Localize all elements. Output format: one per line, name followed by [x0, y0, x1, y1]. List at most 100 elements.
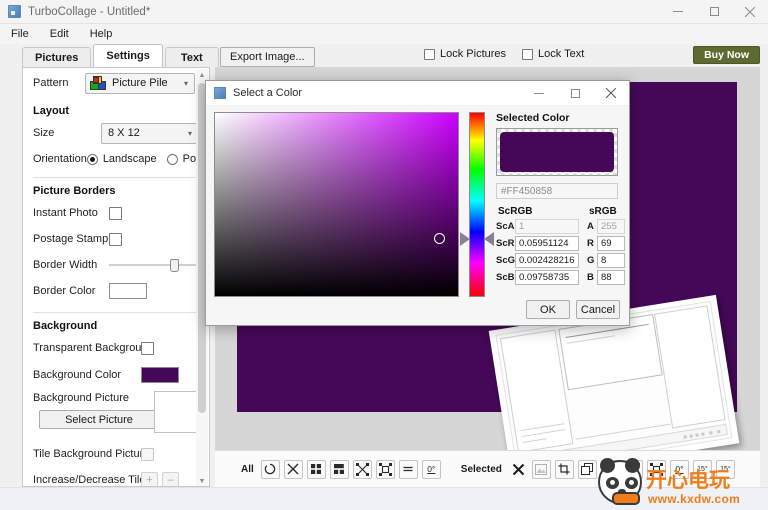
border-width-slider[interactable] [109, 258, 201, 272]
background-color-label: Background Color [33, 369, 141, 381]
tab-settings[interactable]: Settings [93, 44, 162, 67]
grid-four-icon[interactable] [307, 460, 326, 479]
tab-pictures[interactable]: Pictures [22, 47, 91, 67]
selected-color-preview [500, 132, 614, 172]
fit-contract-icon[interactable] [376, 460, 395, 479]
size-dropdown[interactable]: 8 X 12 ▾ [101, 123, 199, 144]
close-icon [606, 88, 616, 98]
rotate-ccw-icon[interactable]: 15° [716, 460, 735, 479]
saturation-value-picker[interactable] [214, 112, 459, 297]
settings-panel: Pattern Picture Pile ▾ Layout Size 8 X 1… [22, 67, 210, 487]
instant-photo-label: Instant Photo [33, 207, 109, 219]
srgb-g-value[interactable]: 8 [597, 253, 625, 268]
background-color-row: Background Color [23, 361, 210, 389]
title-bar: TurboCollage - Untitled* [0, 0, 768, 24]
transparent-background-checkbox[interactable] [141, 342, 154, 355]
minimize-icon [673, 11, 683, 12]
minimize-button[interactable] [660, 0, 696, 24]
maximize-icon [710, 7, 719, 16]
replace-image-icon[interactable] [532, 460, 551, 479]
transparent-background-label: Transparent Backgrour [33, 342, 141, 354]
maximize-icon [571, 89, 580, 98]
srgb-r-key: R [587, 238, 597, 249]
turbocollage-window: TurboCollage - Untitled* File Edit Help … [0, 0, 768, 510]
decrease-tile-button[interactable]: – [162, 472, 179, 487]
app-icon [8, 5, 21, 18]
scrgb-g-value[interactable]: 0.002428216 [515, 253, 579, 268]
selected-color-preview-wrap [496, 128, 618, 176]
rotate-zero-icon[interactable]: 0° [422, 460, 441, 479]
layout-heading: Layout [23, 98, 210, 120]
all-zero-label: 0° [427, 464, 435, 474]
radio-portrait-icon[interactable] [167, 154, 178, 165]
increase-tile-button[interactable]: + [141, 472, 158, 487]
shuffle-icon[interactable] [284, 460, 303, 479]
slider-track [109, 264, 201, 266]
srgb-a-value[interactable]: 255 [597, 219, 625, 234]
scrgb-a-key: ScA [496, 221, 515, 232]
fit-expand-icon[interactable] [353, 460, 372, 479]
rotate-all-icon[interactable] [261, 460, 280, 479]
cancel-button[interactable]: Cancel [576, 300, 620, 319]
dialog-maximize-button[interactable] [557, 81, 593, 105]
crop-icon[interactable] [555, 460, 574, 479]
scrgb-r-value[interactable]: 0.05951124 [515, 236, 579, 251]
send-backward-icon[interactable] [601, 460, 620, 479]
background-color-swatch[interactable] [141, 367, 179, 383]
scrgb-row: ScB 0.09758735 [496, 270, 579, 285]
hue-marker-left-icon[interactable] [460, 232, 470, 246]
lock-pictures-checkbox[interactable]: Lock Pictures [424, 48, 506, 60]
tile-background-label: Tile Background Pictur [33, 448, 141, 460]
maximize-button[interactable] [696, 0, 732, 24]
srgb-column: sRGB A 255 R 69 G 8 [587, 206, 625, 287]
scrgb-a-value[interactable]: 1 [515, 219, 579, 234]
transparent-background-row: Transparent Backgrour [23, 335, 210, 361]
orientation-landscape-label[interactable]: Landscape [103, 153, 157, 165]
menu-item-edit[interactable]: Edit [47, 26, 72, 42]
tile-background-checkbox[interactable] [141, 448, 154, 461]
rotate-ccw-label: 15° [720, 466, 731, 473]
srgb-b-key: B [587, 272, 597, 283]
select-picture-button[interactable]: Select Picture [39, 410, 159, 429]
menu-item-help[interactable]: Help [87, 26, 116, 42]
ok-button[interactable]: OK [526, 300, 570, 319]
rotate-cw-icon[interactable]: 15° [693, 460, 712, 479]
sv-cursor[interactable] [434, 233, 445, 244]
instant-photo-checkbox[interactable] [109, 207, 122, 220]
selected-rotate-zero-icon[interactable]: 0° [670, 460, 689, 479]
scrgb-row: ScG 0.002428216 [496, 253, 579, 268]
srgb-r-value[interactable]: 69 [597, 236, 625, 251]
hex-input[interactable]: #FF450858 [496, 183, 618, 199]
grid-mixed-icon[interactable] [330, 460, 349, 479]
delete-icon[interactable] [509, 460, 528, 479]
close-button[interactable] [732, 0, 768, 24]
srgb-b-value[interactable]: 88 [597, 270, 625, 285]
export-image-button[interactable]: Export Image... [220, 47, 315, 67]
dialog-minimize-button[interactable] [521, 81, 557, 105]
equalize-icon[interactable] [399, 460, 418, 479]
srgb-header: sRGB [587, 206, 625, 217]
pattern-dropdown[interactable]: Picture Pile ▾ [85, 73, 195, 94]
background-heading: Background [23, 313, 210, 335]
tab-text[interactable]: Text [165, 47, 219, 67]
scrgb-b-value[interactable]: 0.09758735 [515, 270, 579, 285]
border-color-swatch[interactable] [109, 283, 147, 299]
scroll-down-icon[interactable]: ▼ [196, 475, 208, 487]
postage-stamp-checkbox[interactable] [109, 233, 122, 246]
menu-item-file[interactable]: File [8, 26, 32, 42]
selected-color-label: Selected Color [496, 112, 624, 124]
buy-now-button[interactable]: Buy Now [693, 46, 760, 64]
radio-landscape-icon[interactable] [87, 154, 98, 165]
expand-icon[interactable] [624, 460, 643, 479]
lock-text-checkbox[interactable]: Lock Text [522, 48, 584, 60]
bring-forward-icon[interactable] [578, 460, 597, 479]
dialog-close-button[interactable] [593, 81, 629, 105]
border-width-row: Border Width [23, 252, 210, 278]
contract-icon[interactable] [647, 460, 666, 479]
hue-slider[interactable] [469, 112, 485, 297]
slider-thumb[interactable] [170, 259, 179, 272]
select-color-dialog: Select a Color Selected Color [205, 80, 630, 326]
pattern-label: Pattern [33, 77, 85, 89]
hue-marker-right-icon[interactable] [484, 232, 494, 246]
scrgb-column: ScRGB ScA 1 ScR 0.05951124 ScG 0.0024282… [496, 206, 579, 287]
